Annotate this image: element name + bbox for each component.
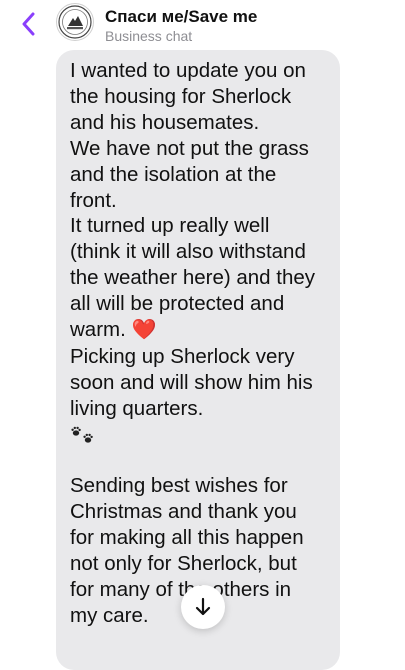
scroll-to-bottom-button[interactable]	[181, 585, 225, 629]
heart-emoji: ❤️	[131, 319, 157, 342]
chat-title[interactable]: Спаси ме/Save me	[105, 7, 257, 27]
message-line: and the isolation at the	[70, 162, 277, 186]
chat-subtitle: Business chat	[105, 28, 193, 44]
message-line: Sending best wishes for	[70, 474, 288, 498]
chevron-left-icon	[22, 12, 35, 36]
message-line: and his housemates.	[70, 110, 260, 134]
message-line: front.	[70, 188, 117, 212]
organization-logo	[58, 5, 92, 39]
message-line: living quarters.	[70, 396, 204, 420]
message-line: all will be protected and	[70, 292, 285, 316]
message-line: not only for Sherlock, but	[70, 552, 297, 576]
message-line: Christmas and thank you	[70, 500, 297, 524]
message-line: I wanted to update you on	[70, 59, 306, 82]
message-line: Picking up Sherlock very	[70, 344, 295, 368]
arrow-down-icon	[195, 597, 211, 616]
message-line-blank	[70, 448, 328, 474]
message-line-warm: warm. ❤️	[70, 317, 328, 344]
avatar[interactable]	[56, 3, 94, 41]
paw-prints-icon	[71, 426, 93, 443]
chat-header: Спаси ме/Save me Business chat	[0, 0, 405, 46]
message-line: the weather here) and they	[70, 266, 316, 290]
message-bubble[interactable]: I wanted to update you on the housing fo…	[56, 50, 340, 670]
back-button[interactable]	[14, 10, 42, 38]
message-line: It turned up really well	[70, 214, 270, 238]
message-line: the housing for Sherlock	[70, 84, 292, 108]
message-line: (think it will also withstand	[70, 240, 306, 264]
message-text: warm.	[70, 318, 126, 342]
paw-line	[70, 422, 328, 448]
message-line: soon and will show him his	[70, 370, 313, 394]
message-line: We have not put the grass	[70, 136, 309, 160]
message-line: for making all this happen	[70, 526, 304, 550]
